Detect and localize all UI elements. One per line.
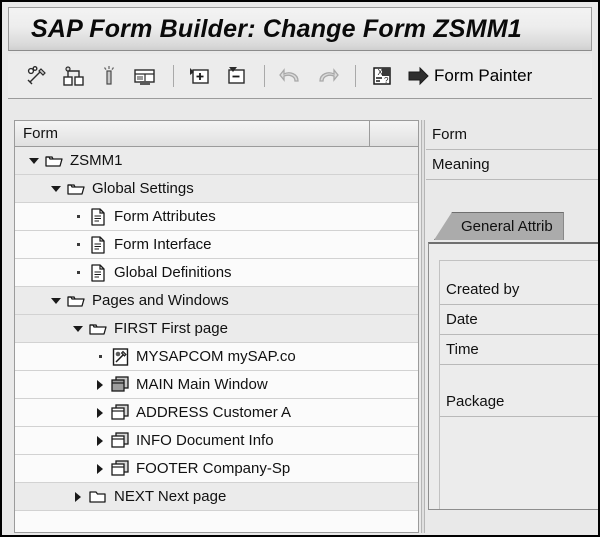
tree-row[interactable]: Global Settings xyxy=(15,175,418,203)
chevron-down-icon[interactable] xyxy=(25,147,43,175)
tree-node-label: FOOTER Company-Sp xyxy=(136,460,290,477)
detail-spacer xyxy=(426,180,600,202)
attributes-panel: Form Meaning General Attrib Created by D… xyxy=(426,120,600,533)
tree-row[interactable]: Global Definitions xyxy=(15,259,418,287)
leaf-dot-icon xyxy=(91,343,109,371)
document-icon xyxy=(87,231,109,259)
panel-splitter[interactable] xyxy=(421,120,425,533)
tree-node-label: MYSAPCOM mySAP.co xyxy=(136,348,296,365)
tree-row[interactable]: MYSAPCOM mySAP.co xyxy=(15,343,418,371)
toolbar-separator xyxy=(173,65,174,87)
window-icon xyxy=(109,399,131,427)
chevron-down-icon[interactable] xyxy=(47,175,65,203)
toolbar-separator xyxy=(264,65,265,87)
sap-form-builder-window: SAP Form Builder: Change Form ZSMM1 xyxy=(0,0,600,537)
leaf-dot-icon xyxy=(69,259,87,287)
tree-row[interactable]: ZSMM1 xyxy=(15,147,418,175)
tree-row[interactable]: ADDRESS Customer A xyxy=(15,399,418,427)
field-meaning-label: Meaning xyxy=(426,150,600,180)
leaf-dot-icon xyxy=(69,231,87,259)
tree-node-label: Pages and Windows xyxy=(92,292,229,309)
tree-row[interactable]: Form Attributes xyxy=(15,203,418,231)
tree-header-extra-column[interactable] xyxy=(370,121,418,146)
chevron-right-icon[interactable] xyxy=(91,371,109,399)
tree-node-label: MAIN Main Window xyxy=(136,376,268,393)
field-time-label: Time xyxy=(440,335,600,365)
svg-text:?: ? xyxy=(384,76,389,85)
form-painter-button[interactable]: Form Painter xyxy=(407,65,532,87)
table-layout-icon[interactable] xyxy=(128,59,162,93)
tree-node-label: Global Definitions xyxy=(114,264,232,281)
tree-row[interactable]: INFO Document Info xyxy=(15,427,418,455)
window-icon xyxy=(109,455,131,483)
svg-text:X: X xyxy=(378,68,384,77)
leaf-dot-icon xyxy=(69,203,87,231)
field-package-label: Package xyxy=(440,387,600,417)
attributes-tabstrip: General Attrib xyxy=(426,212,600,242)
tree-node-label: NEXT Next page xyxy=(114,488,226,505)
window-titlebar: SAP Form Builder: Change Form ZSMM1 xyxy=(8,7,592,51)
arrow-right-icon xyxy=(407,65,431,87)
insert-node-icon[interactable] xyxy=(92,59,126,93)
tree-row[interactable]: FOOTER Company-Sp xyxy=(15,455,418,483)
tree-node-label: ZSMM1 xyxy=(70,152,123,169)
tree-node-label: ADDRESS Customer A xyxy=(136,404,291,421)
tree-row[interactable]: MAIN Main Window xyxy=(15,371,418,399)
tab-inner-content: Created by Date Time Package xyxy=(439,260,600,509)
check-form-icon[interactable]: X ? xyxy=(365,59,399,93)
field-created-by-label: Created by xyxy=(440,275,600,305)
tree-node-label: FIRST First page xyxy=(114,320,228,337)
toolbar-separator xyxy=(355,65,356,87)
folder-closed-icon xyxy=(87,483,109,511)
chevron-right-icon[interactable] xyxy=(91,455,109,483)
field-date-label: Date xyxy=(440,305,600,335)
tree-row[interactable]: FIRST First page xyxy=(15,315,418,343)
chevron-down-icon[interactable] xyxy=(69,315,87,343)
tree-row[interactable]: Pages and Windows xyxy=(15,287,418,315)
chevron-right-icon[interactable] xyxy=(91,399,109,427)
field-form-label: Form xyxy=(426,120,600,150)
folder-open-icon xyxy=(43,147,65,175)
folder-open-icon xyxy=(87,315,109,343)
tree-node-label: Global Settings xyxy=(92,180,194,197)
document-icon xyxy=(87,203,109,231)
form-tree-panel: Form ZSMM1 Global Settings Form Attributes… xyxy=(14,120,419,533)
tree-node-label: Form Attributes xyxy=(114,208,216,225)
folder-open-icon xyxy=(65,287,87,315)
window-icon xyxy=(109,427,131,455)
main-window-icon xyxy=(109,371,131,399)
expand-all-icon[interactable] xyxy=(183,59,217,93)
collapse-all-icon[interactable] xyxy=(219,59,253,93)
chevron-right-icon[interactable] xyxy=(69,483,87,511)
tree-node-label: Form Interface xyxy=(114,236,212,253)
hierarchy-icon[interactable] xyxy=(56,59,90,93)
tree-header-form[interactable]: Form xyxy=(15,121,370,146)
redo-icon[interactable] xyxy=(310,59,344,93)
document-icon xyxy=(87,259,109,287)
tab-panel-general-attributes: Created by Date Time Package xyxy=(428,242,600,510)
tab-general-attributes[interactable]: General Attrib xyxy=(434,212,564,240)
main-toolbar: X ? Form Painter xyxy=(8,54,592,99)
tree-node-label: INFO Document Info xyxy=(136,432,274,449)
chevron-right-icon[interactable] xyxy=(91,427,109,455)
chevron-down-icon[interactable] xyxy=(47,287,65,315)
form-tree: ZSMM1 Global Settings Form Attributes Form … xyxy=(15,147,418,511)
display-change-icon[interactable] xyxy=(20,59,54,93)
tree-column-header: Form xyxy=(15,121,418,147)
form-painter-label: Form Painter xyxy=(434,66,532,86)
window-title: SAP Form Builder: Change Form ZSMM1 xyxy=(31,15,522,44)
folder-open-icon xyxy=(65,175,87,203)
tree-row[interactable]: Form Interface xyxy=(15,231,418,259)
tree-row[interactable]: NEXT Next page xyxy=(15,483,418,511)
detail-spacer xyxy=(440,365,600,387)
undo-icon[interactable] xyxy=(274,59,308,93)
graphic-icon xyxy=(109,343,131,371)
